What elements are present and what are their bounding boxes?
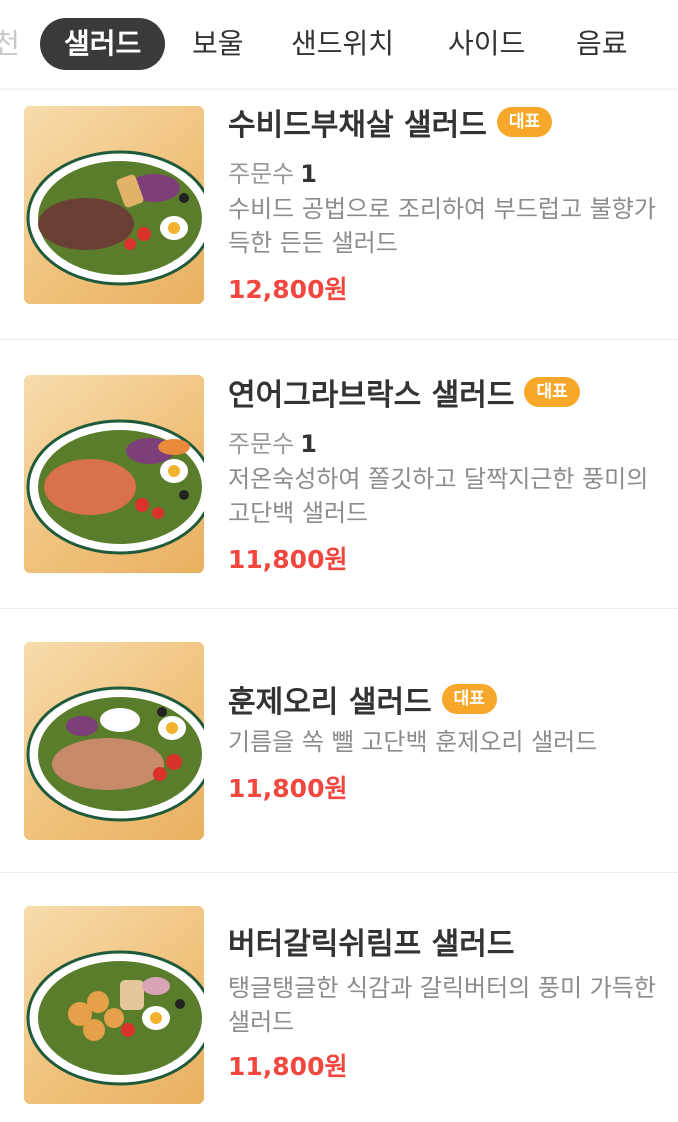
- featured-badge: 대표: [441, 684, 497, 714]
- menu-item-photo: [24, 106, 204, 304]
- menu-item-description: 탱글탱글한 식감과 갈릭버터의 풍미 가득한 샐러드: [228, 974, 656, 1036]
- tab-previous-partial[interactable]: 천: [0, 18, 20, 70]
- menu-item-description: 수비드 공법으로 조리하여 부드럽고 불향가득한 든든 샐러드: [228, 195, 656, 257]
- menu-item[interactable]: 버터갈릭쉬림프 샐러드 탱글탱글한 식감과 갈릭버터의 풍미 가득한 샐러드 1…: [0, 873, 678, 1122]
- menu-item-description: 기름을 쏙 뺄 고단백 훈제오리 샐러드: [228, 728, 598, 756]
- menu-item-description: 저온숙성하여 쫄깃하고 달짝지근한 풍미의 고단백 샐러드: [228, 465, 649, 527]
- tab-side[interactable]: 사이드: [448, 18, 525, 70]
- tab-salad[interactable]: 샐러드: [40, 18, 166, 70]
- order-count-label: 주문수: [228, 430, 295, 458]
- menu-item-photo: [24, 375, 204, 573]
- menu-item-title: 훈제오리 샐러드: [228, 685, 432, 720]
- featured-badge: 대표: [524, 377, 580, 407]
- menu-item[interactable]: 연어그라브락스 샐러드 대표 주문수 1 저온숙성하여 쫄깃하고 달짝지근한 풍미…: [0, 340, 678, 609]
- menu-item[interactable]: 수비드부채살 샐러드 대표 주문수 1 수비드 공법으로 조리하여 부드럽고 불향…: [0, 88, 678, 340]
- tab-drink[interactable]: 음료: [576, 18, 628, 70]
- menu-item-price: 12,800원: [228, 275, 348, 304]
- order-count: 주문수 1: [228, 154, 317, 189]
- menu-item-title: 연어그라브락스 샐러드: [228, 378, 515, 413]
- menu-item-photo: [24, 642, 204, 840]
- menu-item-price: 11,800원: [228, 545, 348, 574]
- order-count-value: 1: [300, 430, 317, 458]
- menu-item-price: 11,800원: [228, 774, 348, 803]
- menu-item-title: 수비드부채살 샐러드: [228, 108, 487, 143]
- order-count: 주문수 1: [228, 424, 317, 459]
- featured-badge: 대표: [496, 107, 553, 137]
- category-tab-bar: 천 샐러드 보울 샌드위치 사이드 음료: [0, 0, 678, 88]
- menu-item-price: 11,800원: [228, 1052, 348, 1081]
- order-count-label: 주문수: [228, 160, 295, 188]
- menu-item[interactable]: 훈제오리 샐러드 대표 기름을 쏙 뺄 고단백 훈제오리 샐러드 11,800원: [0, 609, 678, 873]
- menu-item-title: 버터갈릭쉬림프 샐러드: [228, 927, 515, 962]
- menu-item-photo: [24, 906, 204, 1104]
- tab-bowl[interactable]: 보울: [192, 18, 244, 70]
- order-count-value: 1: [300, 160, 317, 188]
- tab-sandwich[interactable]: 샌드위치: [291, 18, 394, 70]
